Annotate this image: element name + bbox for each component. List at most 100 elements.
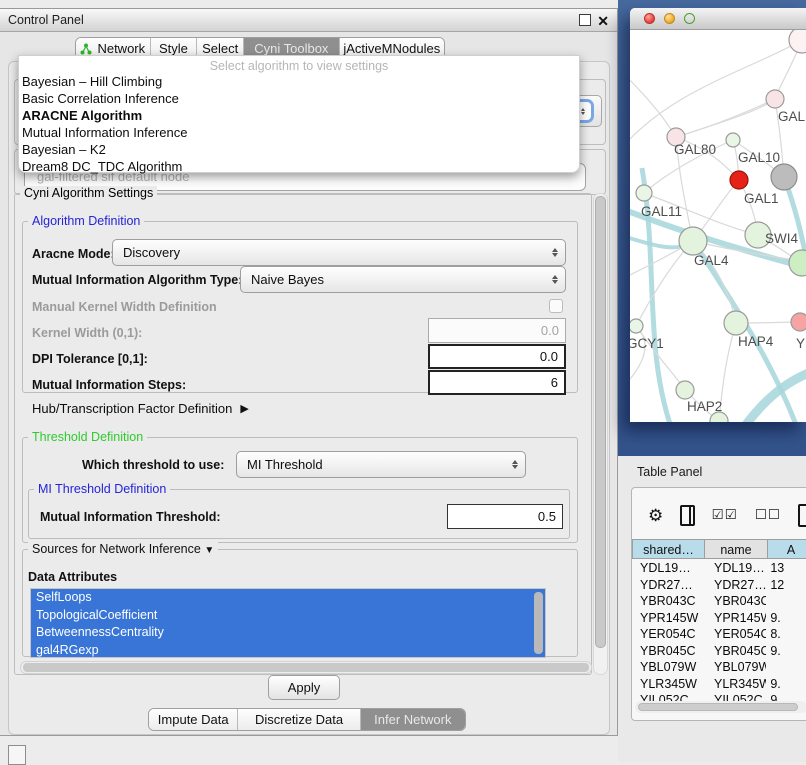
tab-label: jActiveMNodules — [343, 41, 440, 56]
algorithm-popup-placeholder: Select algorithm to view settings — [19, 56, 579, 73]
table-rows: YDL19…YDL19…13YDR27…YDR27…12YBR043CYBR04… — [633, 560, 806, 709]
mac-minimize-icon[interactable] — [664, 13, 675, 24]
column-header-a[interactable]: A — [767, 539, 806, 559]
table-horizontal-scrollbar-thumb[interactable] — [638, 703, 798, 711]
aracne-mode-value: Discovery — [123, 245, 180, 260]
attribute-list-item[interactable]: gal4RGexp — [31, 642, 545, 659]
hub-definition-expander[interactable]: Hub/Transcription Factor Definition ▶ — [32, 401, 249, 416]
network-edge-highlighted — [693, 241, 798, 422]
table-cell: YDL19… — [633, 560, 704, 577]
tab-label: Cyni Toolbox — [254, 41, 328, 56]
network-window-titlebar[interactable] — [630, 8, 806, 30]
dpi-tolerance-field[interactable] — [428, 344, 566, 369]
attribute-list-item[interactable]: SelfLoops — [31, 589, 545, 607]
collapsed-panel-icon[interactable] — [8, 745, 26, 765]
network-canvas-svg: GALGAL80GAL10GAL1GAL11SWI4GAL4GCY1HAP4YH… — [630, 30, 806, 422]
select-all-checkboxes-icon[interactable]: ☑☑ — [712, 507, 738, 523]
table-panel-region: Table Panel ⚙ ☑☑ ☐☐ shared… name A YDL19… — [618, 456, 806, 762]
table-row[interactable]: YBR045CYBR045C9. — [633, 643, 806, 660]
mi-steps-field[interactable] — [428, 370, 566, 395]
aracne-mode-combobox[interactable]: Discovery — [112, 239, 566, 266]
algorithm-option[interactable]: ARACNE Algorithm — [19, 107, 579, 124]
column-header-name[interactable]: name — [704, 539, 768, 559]
which-threshold-combobox[interactable]: MI Threshold — [236, 451, 526, 478]
network-node[interactable] — [771, 164, 797, 190]
mac-zoom-icon[interactable] — [684, 13, 695, 24]
table-cell: YER054C — [704, 626, 766, 643]
close-icon[interactable]: ✕ — [597, 10, 609, 32]
data-attributes-list[interactable]: SelfLoopsTopologicalCoefficientBetweenne… — [30, 588, 546, 658]
new-table-icon[interactable] — [798, 504, 806, 527]
network-node-gal11[interactable] — [636, 185, 652, 201]
table-cell: 13 — [766, 560, 806, 577]
kernel-width-field[interactable] — [428, 318, 566, 343]
tab-impute-data[interactable]: Impute Data — [149, 709, 238, 730]
network-node-y[interactable] — [791, 313, 806, 331]
network-node-label: SWI4 — [765, 231, 798, 246]
spinner-down-icon — [581, 112, 585, 115]
tab-discretize-data[interactable]: Discretize Data — [238, 709, 360, 730]
network-node-gal10[interactable] — [726, 133, 740, 147]
algorithm-option[interactable]: Bayesian – Hill Climbing — [19, 73, 579, 90]
table-cell: YDR27… — [704, 577, 766, 594]
cyni-mode-tabbar: Impute Data Discretize Data Infer Networ… — [148, 708, 466, 731]
network-edge — [676, 99, 775, 137]
manual-kernel-width-checkbox[interactable] — [549, 299, 563, 313]
apply-button[interactable]: Apply — [268, 675, 340, 700]
table-cell: YBR043C — [704, 593, 766, 610]
algorithm-option[interactable]: Mutual Information Inference — [19, 124, 579, 141]
dpi-tolerance-label: DPI Tolerance [0,1]: — [32, 352, 148, 366]
settings-horizontal-scrollbar-thumb[interactable] — [23, 663, 589, 672]
table-cell: YER054C — [633, 626, 704, 643]
table-panel-title: Table Panel — [637, 465, 702, 479]
network-canvas[interactable]: GALGAL80GAL10GAL1GAL11SWI4GAL4GCY1HAP4YH… — [630, 30, 806, 422]
network-edge — [630, 70, 676, 137]
float-window-icon[interactable] — [579, 14, 591, 26]
mi-steps-label: Mutual Information Steps: — [32, 378, 186, 392]
tab-infer-network[interactable]: Infer Network — [361, 709, 465, 730]
sources-title[interactable]: Sources for Network Inference ▼ — [28, 542, 218, 556]
network-node-hap2[interactable] — [676, 381, 694, 399]
network-edge — [636, 241, 693, 326]
mi-algorithm-type-combobox[interactable]: Naive Bayes — [240, 266, 566, 293]
table-row[interactable]: YLR345WYLR345W9. — [633, 676, 806, 693]
network-node-gal[interactable] — [766, 90, 784, 108]
table-row[interactable]: YDL19…YDL19…13 — [633, 560, 806, 577]
split-columns-icon[interactable] — [680, 505, 694, 526]
table-row[interactable]: YDR27…YDR27…12 — [633, 577, 806, 594]
table-cell: YBR045C — [633, 643, 704, 660]
table-row[interactable]: YBR043CYBR043C — [633, 593, 806, 610]
table-row[interactable]: YER054CYER054C8. — [633, 626, 806, 643]
attribute-list-item[interactable]: BetweennessCentrality — [31, 624, 545, 642]
deselect-all-checkboxes-icon[interactable]: ☐☐ — [755, 507, 781, 523]
attribute-list-item[interactable]: TopologicalCoefficient — [31, 607, 545, 625]
tab-label: Style — [159, 41, 188, 56]
mi-algorithm-type-value: Naive Bayes — [251, 272, 324, 287]
table-row[interactable]: YPR145WYPR145W9. — [633, 610, 806, 627]
control-panel-window: Control Panel ✕ Network Style Select Cyn… — [0, 8, 618, 736]
algorithm-option[interactable]: Dream8 DC_TDC Algorithm — [19, 158, 579, 175]
network-node-hap4[interactable] — [724, 311, 748, 335]
mac-close-icon[interactable] — [644, 13, 655, 24]
network-node-label: GAL — [778, 109, 806, 124]
attributes-list-scrollbar-thumb[interactable] — [534, 592, 543, 654]
column-header-shared-name[interactable]: shared… — [632, 539, 705, 559]
table-header-row: shared… name A — [633, 539, 806, 559]
which-threshold-label: Which threshold to use: — [82, 458, 224, 472]
gear-icon[interactable]: ⚙ — [648, 507, 663, 524]
algorithm-option[interactable]: Bayesian – K2 — [19, 141, 579, 158]
algorithm-option[interactable]: Basic Correlation Inference — [19, 90, 579, 107]
mi-threshold-field[interactable] — [447, 504, 563, 529]
table-row[interactable]: YBL079WYBL079W — [633, 659, 806, 676]
network-node-gal4[interactable] — [679, 227, 707, 255]
table-cell: 9. — [766, 676, 806, 693]
network-node-gcy1[interactable] — [630, 319, 643, 333]
network-node-gal1[interactable] — [730, 171, 748, 189]
table-cell: YBL079W — [633, 659, 704, 676]
spinner-up-icon — [581, 108, 585, 111]
settings-vertical-scrollbar-thumb[interactable] — [595, 196, 606, 648]
network-node[interactable] — [789, 250, 806, 276]
network-node-label: HAP2 — [687, 399, 722, 414]
control-panel-titlebar[interactable]: Control Panel ✕ — [0, 9, 617, 32]
network-node[interactable] — [789, 30, 806, 53]
